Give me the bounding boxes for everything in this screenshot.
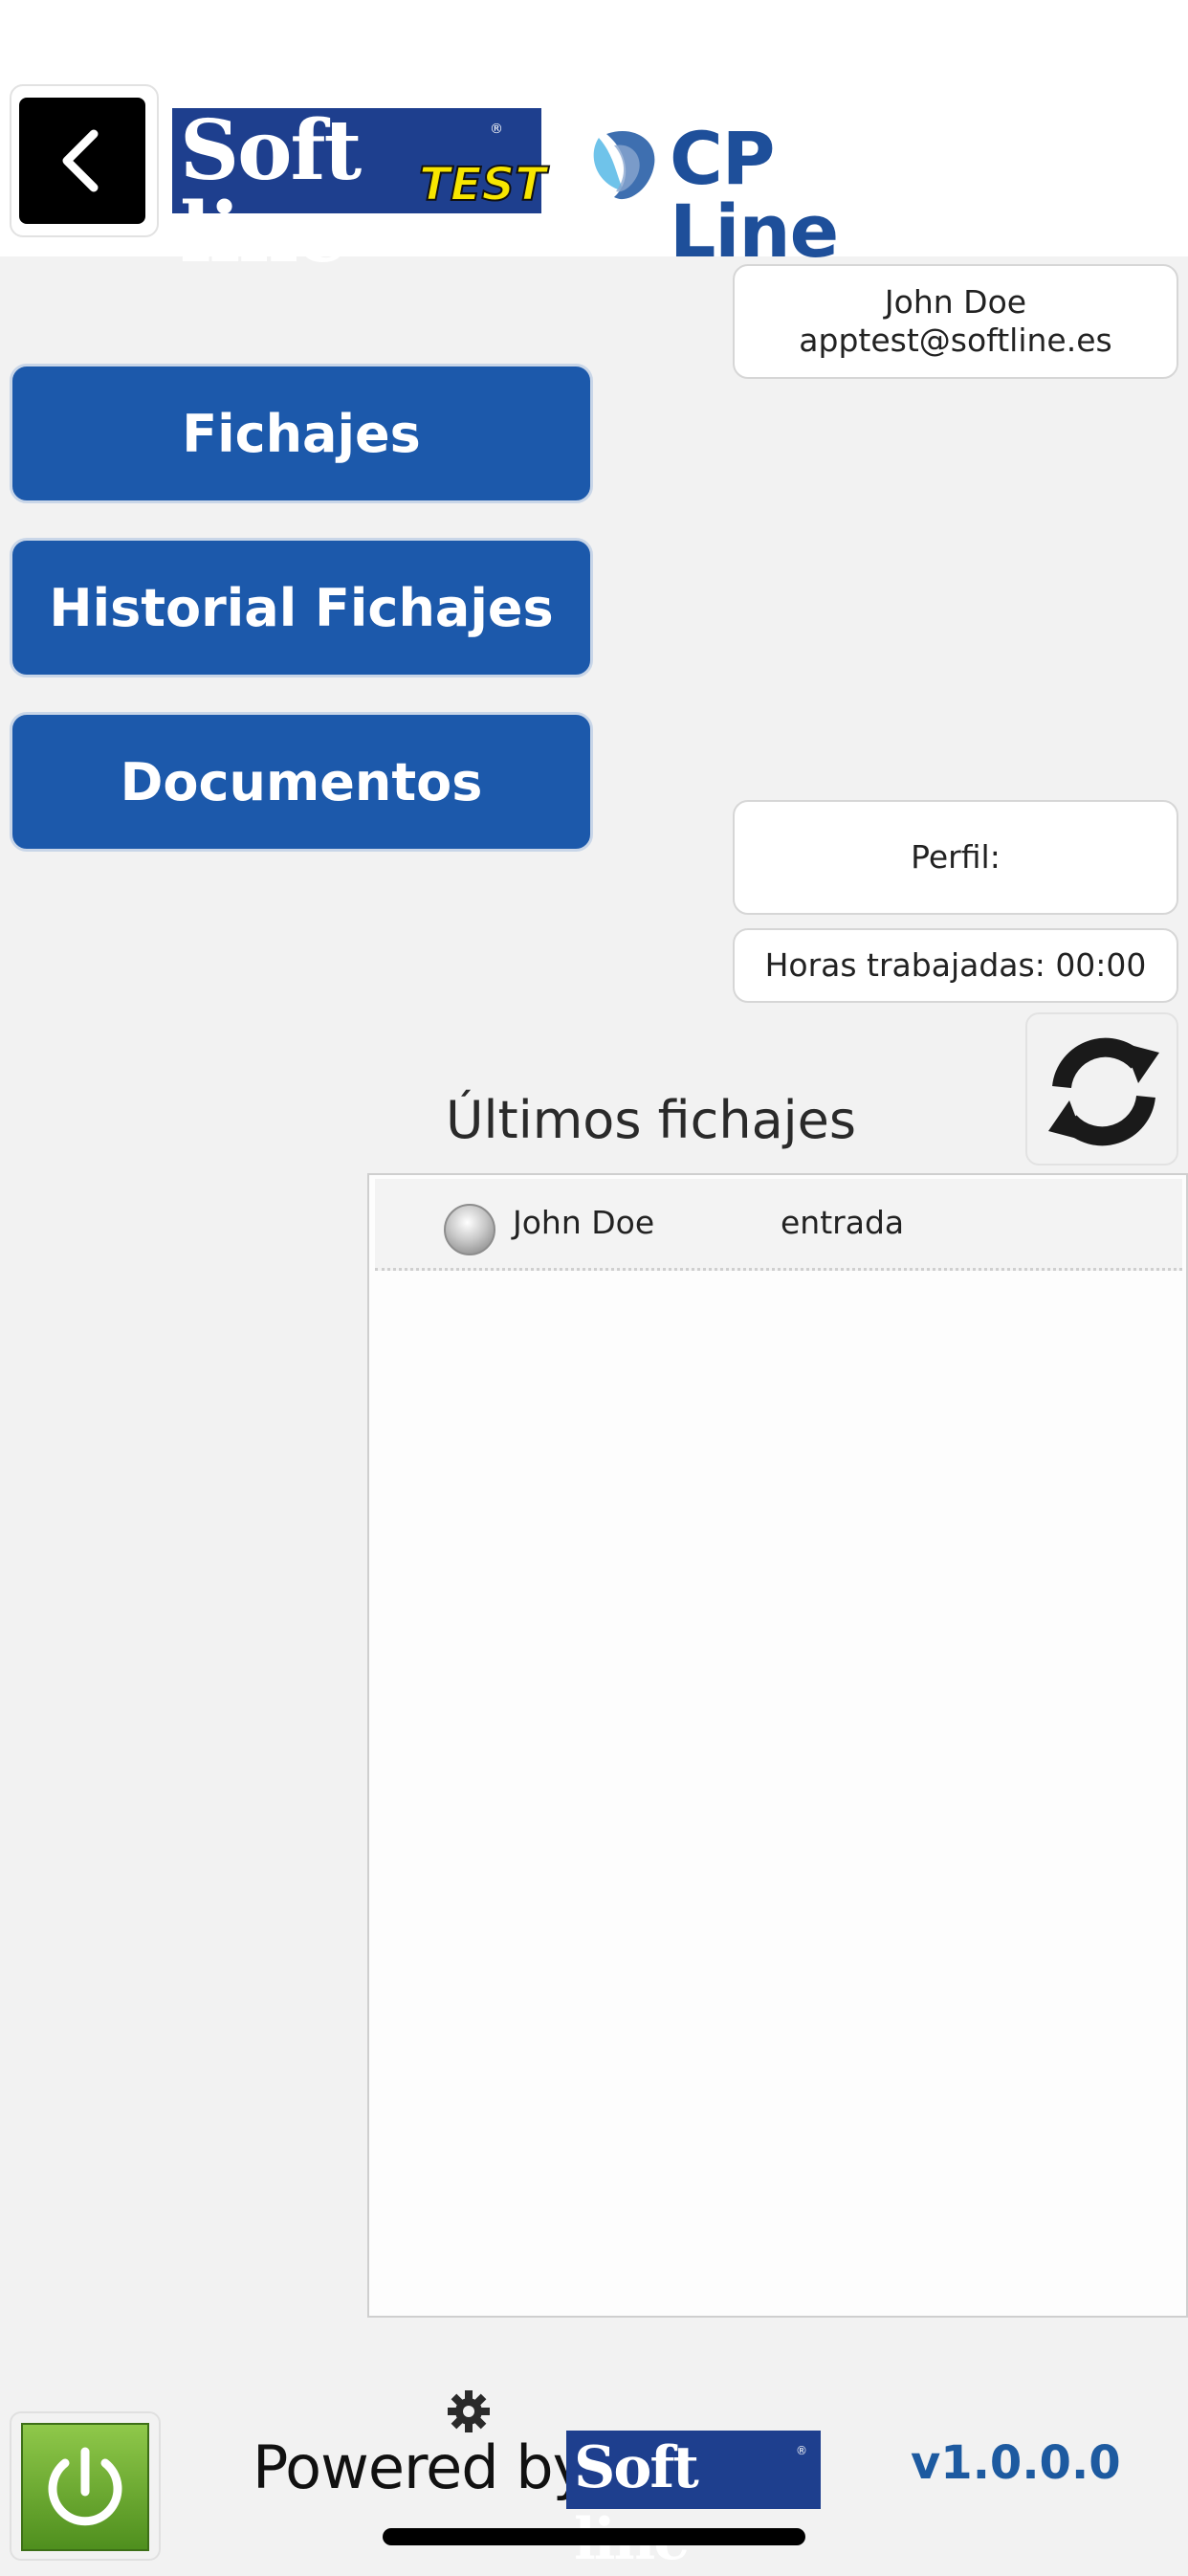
softline-logo-test-badge: TEST [418, 158, 547, 211]
documentos-button[interactable]: Documentos [10, 712, 593, 852]
power-button[interactable] [21, 2423, 149, 2551]
ultimos-fichajes-list[interactable] [367, 1173, 1188, 2318]
status-dot-icon [444, 1204, 495, 1255]
gear-icon[interactable] [446, 2388, 492, 2434]
settings-gear-icon [448, 2390, 490, 2432]
perfil-label: Perfil: [911, 838, 1001, 876]
fichajes-button[interactable]: Fichajes [10, 364, 593, 503]
footer-logo-word: Soft line [574, 2434, 699, 2573]
footer-logo-registered: ® [796, 2444, 807, 2457]
ultimos-fichajes-title: Últimos fichajes [446, 1090, 857, 1150]
powered-by-text: Powered by [253, 2432, 587, 2502]
power-icon [48, 2447, 122, 2526]
horas-trabajadas-card: Horas trabajadas: 00:00 [733, 928, 1178, 1003]
user-email: apptest@softline.es [799, 322, 1112, 359]
user-name: John Doe [884, 283, 1027, 321]
user-info-card: John Doe apptest@softline.es [733, 264, 1178, 379]
list-item-name: John Doe [513, 1204, 655, 1241]
list-item-type: entrada [781, 1204, 905, 1241]
chevron-left-icon [62, 129, 99, 192]
horas-trabajadas-text: Horas trabajadas: 00:00 [764, 946, 1147, 984]
softline-footer-logo: Soft line ® [566, 2431, 821, 2573]
refresh-icon [1048, 1037, 1159, 1146]
list-item[interactable] [375, 1179, 1182, 1271]
softline-logo-registered: ® [490, 122, 503, 137]
refresh-button[interactable] [1025, 1012, 1178, 1166]
home-indicator[interactable] [383, 2528, 805, 2545]
perfil-card: Perfil: [733, 800, 1178, 915]
historial-fichajes-button[interactable]: Historial Fichajes [10, 538, 593, 677]
cp-line-logo-text: CP Line [670, 116, 839, 274]
app-version: v1.0.0.0 [911, 2436, 1121, 2490]
back-button[interactable] [19, 98, 145, 224]
cp-line-emblem-icon [593, 130, 655, 200]
softline-test-logo: Soft line ® TEST [172, 108, 547, 275]
cp-line-logo: CP Line [585, 117, 939, 268]
